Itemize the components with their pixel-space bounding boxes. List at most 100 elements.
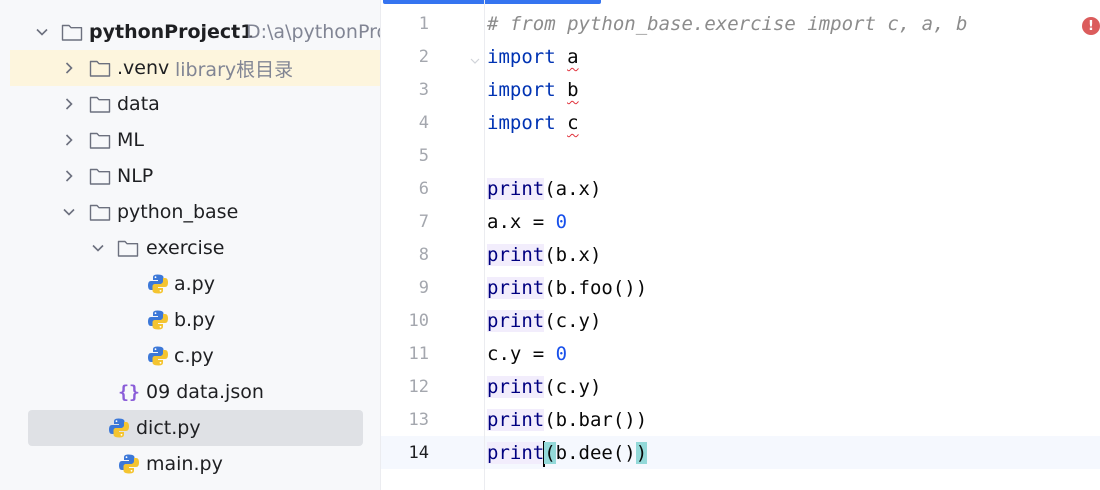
- gutter-divider: [484, 0, 485, 490]
- tree-item-main-py[interactable]: main.py: [10, 446, 380, 482]
- tree-item-data-json[interactable]: {} 09 data.json: [10, 374, 380, 410]
- code-token: (b.bar()): [544, 409, 648, 431]
- builtin-call-token: print: [487, 244, 545, 266]
- chevron-right-icon[interactable]: [59, 130, 79, 150]
- line-number: 4: [418, 113, 429, 133]
- tree-item-label: a.py: [174, 273, 215, 295]
- chevron-down-icon[interactable]: [32, 22, 52, 42]
- code-token: (b.foo()): [544, 277, 648, 299]
- tree-item-label: b.py: [174, 309, 216, 331]
- fold-marker-icon[interactable]: [469, 52, 481, 64]
- tree-item-label: pythonProject1: [89, 21, 254, 43]
- python-file-icon: [107, 416, 131, 440]
- code-token: (c.y): [544, 376, 602, 398]
- keyword-token: import: [487, 112, 556, 134]
- code-line-2[interactable]: import a: [487, 41, 579, 74]
- code-token: (b.x): [544, 244, 602, 266]
- line-number: 12: [408, 377, 429, 397]
- tree-item-ml[interactable]: ML: [10, 122, 380, 158]
- project-tree: pythonProject1 D:\a\pythonPro .venv libr…: [0, 0, 381, 490]
- code-line-9[interactable]: print(b.foo()): [487, 272, 647, 305]
- tree-item-python-base[interactable]: python_base: [10, 194, 380, 230]
- tree-item-label: exercise: [146, 237, 225, 259]
- matched-brace-open: (: [544, 442, 556, 464]
- code-line-7[interactable]: a.x = 0: [487, 206, 567, 239]
- code-line-14[interactable]: print(b.dee()): [487, 437, 648, 470]
- code-line-12[interactable]: print(c.y): [487, 371, 601, 404]
- tree-item-venv[interactable]: .venv library根目录: [10, 50, 380, 86]
- line-number: 1: [418, 14, 429, 34]
- code-line-3[interactable]: import b: [487, 74, 579, 107]
- tree-item-data[interactable]: data: [10, 86, 380, 122]
- keyword-token: import: [487, 79, 556, 101]
- code-token: b.dee(): [555, 442, 636, 464]
- python-file-icon: [146, 344, 170, 368]
- tree-item-exercise[interactable]: exercise: [10, 230, 380, 266]
- number-token: 0: [555, 211, 568, 233]
- chevron-right-icon[interactable]: [59, 58, 79, 78]
- unresolved-module-token: c: [567, 112, 579, 134]
- line-number: 8: [418, 245, 429, 265]
- tree-item-label: 09 data.json: [146, 381, 264, 403]
- folder-icon: [88, 92, 112, 116]
- tree-item-nlp[interactable]: NLP: [10, 158, 380, 194]
- code-token: c.y =: [487, 343, 556, 365]
- builtin-call-token: print: [487, 376, 545, 398]
- code-token: (c.y): [544, 310, 602, 332]
- tree-item-dict-py[interactable]: dict.py: [28, 410, 363, 446]
- code-line-6[interactable]: print(a.x): [487, 173, 601, 206]
- tree-item-label: data: [117, 93, 160, 115]
- chevron-right-icon[interactable]: [59, 94, 79, 114]
- python-file-icon: [146, 308, 170, 332]
- project-path-hint: D:\a\pythonPro: [246, 21, 381, 43]
- code-line-13[interactable]: print(b.bar()): [487, 404, 647, 437]
- builtin-call-token: print: [487, 277, 545, 299]
- line-number: 13: [408, 410, 429, 430]
- library-root-hint: library根目录: [175, 58, 294, 81]
- line-number: 2: [418, 47, 429, 67]
- tree-item-label: main.py: [146, 453, 223, 475]
- tree-item-c-py[interactable]: c.py: [10, 338, 380, 374]
- line-number-gutter[interactable]: 1 2 3 4 5 6 7 8 9 10 11 12 13 14: [381, 0, 485, 490]
- chevron-down-icon[interactable]: [59, 202, 79, 222]
- code-editor[interactable]: 1 2 3 4 5 6 7 8 9 10 11 12 13 14 # from …: [381, 0, 1100, 490]
- code-line-11[interactable]: c.y = 0: [487, 338, 567, 371]
- tree-item-label: NLP: [117, 165, 154, 187]
- line-number: 10: [408, 311, 429, 331]
- chevron-down-icon[interactable]: [88, 238, 108, 258]
- folder-icon: [88, 128, 112, 152]
- tree-item-label: .venv: [117, 57, 170, 79]
- tree-item-label: dict.py: [136, 417, 201, 439]
- error-indicator-icon[interactable]: !: [1082, 17, 1100, 35]
- line-number: 9: [418, 278, 429, 298]
- builtin-call-token: print: [487, 442, 545, 464]
- tree-item-label: c.py: [174, 345, 214, 367]
- tree-item-a-py[interactable]: a.py: [10, 266, 380, 302]
- line-number: 5: [418, 146, 429, 166]
- tree-item-project-root[interactable]: pythonProject1 D:\a\pythonPro: [10, 14, 380, 50]
- builtin-call-token: print: [487, 310, 545, 332]
- folder-icon: [116, 236, 140, 260]
- python-file-icon: [117, 452, 141, 476]
- code-line-4[interactable]: import c: [487, 107, 579, 140]
- line-number: 3: [418, 80, 429, 100]
- code-line-8[interactable]: print(b.x): [487, 239, 601, 272]
- folder-icon: [88, 56, 112, 80]
- tree-item-label: python_base: [117, 201, 239, 223]
- folder-icon: [88, 200, 112, 224]
- line-number: 11: [408, 344, 429, 364]
- code-token: (a.x): [544, 178, 602, 200]
- builtin-call-token: print: [487, 178, 545, 200]
- code-line-1[interactable]: # from python_base.exercise import c, a,…: [487, 8, 967, 41]
- chevron-right-icon[interactable]: [59, 166, 79, 186]
- line-number: 7: [418, 212, 429, 232]
- code-line-10[interactable]: print(c.y): [487, 305, 601, 338]
- tree-item-b-py[interactable]: b.py: [10, 302, 380, 338]
- comment-token: # from python_base.exercise import c, a,…: [487, 13, 968, 35]
- line-number: 6: [418, 179, 429, 199]
- number-token: 0: [555, 343, 568, 365]
- builtin-call-token: print: [487, 409, 545, 431]
